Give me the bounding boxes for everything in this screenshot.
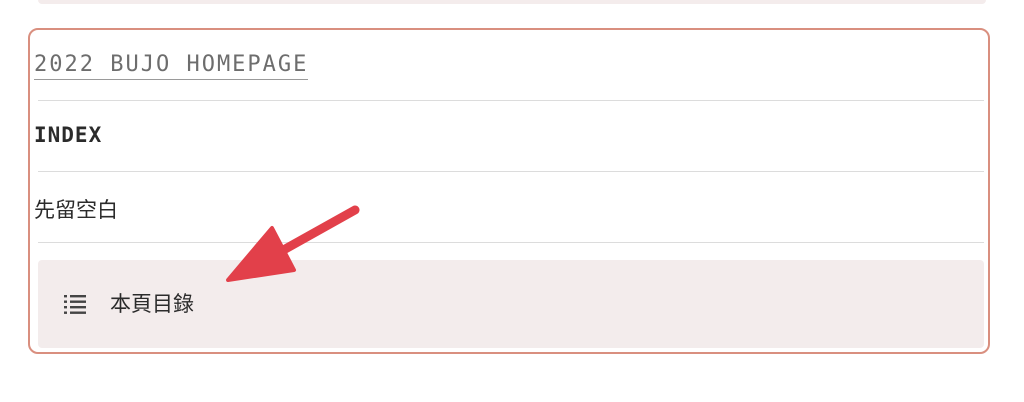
page: 2022 BUJO HOMEPAGE INDEX 先留空白 本頁目錄 <box>0 0 1024 402</box>
divider <box>38 100 984 101</box>
text-block: 先留空白 <box>34 198 118 222</box>
highlighted-block-group: 2022 BUJO HOMEPAGE INDEX 先留空白 本頁目錄 <box>28 28 990 354</box>
list-icon <box>63 293 87 315</box>
page-link[interactable]: 2022 BUJO HOMEPAGE <box>34 52 309 80</box>
previous-block-edge <box>38 0 986 4</box>
table-of-contents-label: 本頁目錄 <box>110 292 194 316</box>
divider <box>38 242 984 243</box>
divider <box>38 171 984 172</box>
index-heading: INDEX <box>34 123 103 147</box>
table-of-contents-block[interactable]: 本頁目錄 <box>38 260 984 348</box>
